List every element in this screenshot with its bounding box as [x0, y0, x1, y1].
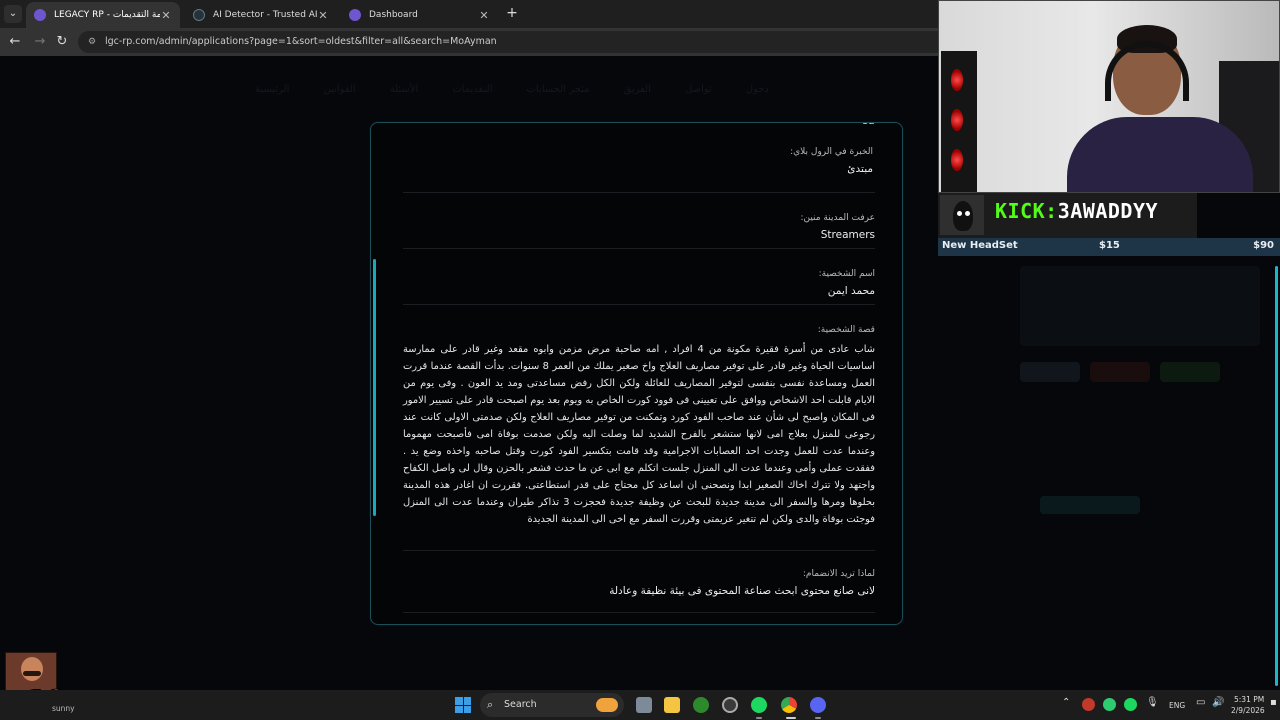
nav-item[interactable]: القوانين	[323, 84, 355, 95]
goal-current: $15	[1099, 240, 1120, 251]
url-text[interactable]: lgc-rp.com/admin/applications?page=1&sor…	[105, 36, 497, 47]
steam-icon[interactable]	[722, 697, 738, 713]
xbox-icon[interactable]	[693, 697, 709, 713]
ai-detector-favicon-icon	[193, 9, 205, 21]
field-label: لماذا تريد الانضمام:	[802, 569, 875, 579]
field-label: قصة الشخصية:	[817, 325, 875, 335]
nav-item[interactable]: الفريق	[623, 84, 651, 95]
file-explorer-icon[interactable]	[664, 697, 680, 713]
site-info-icon[interactable]: ⚙	[86, 36, 98, 48]
field-label: اسم الشخصية:	[818, 269, 875, 279]
field-experience: 32 الخبرة في الرول بلاي: مبتدئ	[403, 123, 875, 193]
application-details-modal: 32 الخبرة في الرول بلاي: مبتدئ عرفت المد…	[370, 122, 903, 625]
nav-item[interactable]: متجر الحسابات	[526, 84, 589, 95]
task-view-icon[interactable]	[636, 697, 652, 713]
dashboard-favicon-icon	[349, 9, 361, 21]
tray-app-icon[interactable]	[1103, 698, 1116, 711]
nav-item[interactable]: دخول	[746, 84, 769, 95]
application-fields: 32 الخبرة في الرول بلاي: مبتدئ عرفت المد…	[403, 123, 875, 613]
nav-item[interactable]: تواصل	[685, 84, 712, 95]
field-label: عرفت المدينة منين:	[800, 213, 875, 223]
field-character-story: قصة الشخصية: شاب عادى من أسرة فقيرة مكون…	[403, 305, 875, 551]
windows-taskbar: sunny ⌕ Search ⌃ 🎙 ENG ▭ 🔊 5:31 PM 2/9/2…	[0, 690, 1280, 720]
kick-channel-banner: KICK:3AWADDYY	[938, 193, 1197, 238]
site-nav-dimmed: الرئيسية القوانين الأسئلة التقديمات متجر…	[255, 84, 769, 95]
partial-field-value: 32	[862, 123, 875, 130]
clock-time[interactable]: 5:31 PM	[1234, 695, 1264, 704]
discord-icon[interactable]	[810, 697, 826, 713]
search-icon: ⌕	[487, 698, 494, 711]
field-join-reason: لماذا تريد الانضمام: لانى صانع محتوى ابح…	[403, 551, 875, 613]
tab-ai-detector[interactable]: AI Detector - Trusted AI Checker ✕	[185, 2, 337, 28]
back-arrow-icon[interactable]: ←	[6, 33, 24, 51]
reload-icon[interactable]: ↻	[53, 33, 71, 51]
taskbar-search[interactable]: ⌕ Search	[480, 693, 624, 717]
channel-avatar	[940, 195, 984, 235]
tab-title: AI Detector - Trusted AI Checker	[213, 10, 317, 20]
close-icon[interactable]: ✕	[317, 9, 329, 22]
tray-app-icon[interactable]	[1082, 698, 1095, 711]
microphone-icon[interactable]: 🎙	[1146, 697, 1159, 708]
chrome-icon[interactable]	[781, 697, 797, 713]
tab-legacy-rp[interactable]: LEGACY RP - قائمة التقديمات ✕	[26, 2, 180, 28]
modal-scrollbar[interactable]	[373, 259, 376, 516]
close-icon[interactable]: ✕	[160, 9, 172, 22]
field-value: شاب عادى من أسرة فقيرة مكونة من 4 افراد …	[403, 344, 875, 525]
chevron-up-icon[interactable]: ⌃	[1062, 697, 1070, 708]
field-referral-source: عرفت المدينة منين: Streamers	[403, 193, 875, 249]
field-character-name: اسم الشخصية: محمد ايمن	[403, 249, 875, 305]
language-indicator[interactable]: ENG	[1169, 701, 1185, 710]
kick-brand: KICK:	[995, 199, 1058, 223]
nav-item[interactable]: الرئيسية	[255, 84, 289, 95]
kick-channel-name: KICK:3AWADDYY	[995, 199, 1158, 223]
spotify-icon[interactable]	[751, 697, 767, 713]
tab-title: Dashboard	[369, 10, 418, 20]
search-label: Search	[504, 699, 537, 710]
kick-username: 3AWADDYY	[1057, 199, 1159, 223]
legacy-rp-favicon-icon	[34, 9, 46, 21]
field-value: Streamers	[820, 229, 875, 241]
forward-arrow-icon[interactable]: →	[31, 33, 49, 51]
tab-search-button[interactable]: ⌄	[4, 5, 22, 23]
weather-text[interactable]: sunny	[52, 704, 75, 713]
dimmed-background-panel	[1020, 266, 1260, 526]
new-tab-button[interactable]: +	[504, 4, 520, 22]
streamer	[1067, 21, 1253, 192]
windows-start-icon[interactable]	[455, 697, 471, 713]
field-value: محمد ايمن	[827, 285, 875, 297]
field-value: لانى صانع محتوى ابحث صناعة المحتوى فى بي…	[609, 585, 875, 597]
webcam-overlay	[938, 0, 1280, 193]
donation-goal-bar: New HeadSet $15 $90	[938, 238, 1280, 256]
spotify-tray-icon[interactable]	[1124, 698, 1137, 711]
tab-dashboard[interactable]: Dashboard ✕	[341, 2, 498, 28]
address-bar[interactable]: ⚙ lgc-rp.com/admin/applications?page=1&s…	[78, 31, 948, 53]
field-label: الخبرة في الرول بلاي:	[790, 147, 873, 157]
field-value: مبتدئ	[847, 163, 873, 175]
clock-date[interactable]: 2/9/2026	[1231, 706, 1265, 715]
goal-label: New HeadSet	[942, 240, 1018, 251]
network-icon[interactable]: ▭	[1196, 697, 1205, 708]
page-scrollbar[interactable]	[1275, 266, 1278, 686]
nav-item[interactable]: الأسئلة	[390, 84, 419, 95]
close-icon[interactable]: ✕	[478, 9, 490, 22]
volume-icon[interactable]: 🔊	[1212, 697, 1224, 708]
tab-title: LEGACY RP - قائمة التقديمات	[54, 10, 160, 20]
search-highlight-icon	[596, 698, 618, 712]
nav-item[interactable]: التقديمات	[452, 84, 492, 95]
notification-bell-icon[interactable]: ▪	[1270, 697, 1277, 708]
pc-case	[941, 51, 977, 192]
goal-target: $90	[1253, 240, 1274, 251]
